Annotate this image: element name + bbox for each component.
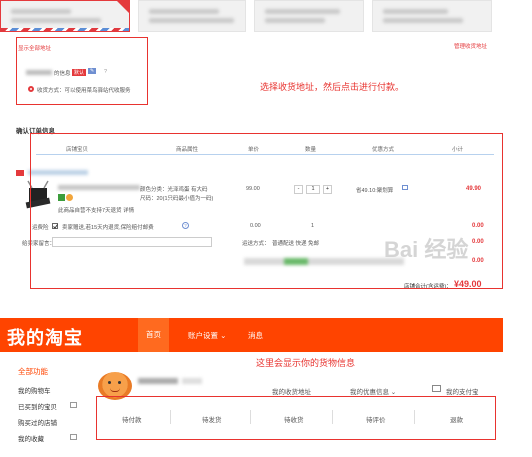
sidebar-item-bought[interactable]: 已买到的宝贝: [18, 401, 57, 411]
select-address-note: 选择收货地址，然后点击进行付款。: [260, 82, 405, 92]
sidebar-item-cart[interactable]: 我的购物车: [18, 385, 51, 395]
alipay-icon: [432, 385, 441, 392]
nav-home[interactable]: 首页: [138, 318, 169, 352]
status-highlight-box: [96, 396, 496, 440]
address-highlight-box: [16, 37, 148, 105]
order-info-note: 这里会显示你的货物信息: [256, 358, 356, 368]
sidebar-item-favorites[interactable]: 我的收藏: [18, 433, 44, 443]
address-stripe: [1, 28, 129, 31]
user-level: [182, 378, 202, 384]
address-card[interactable]: [138, 0, 246, 32]
sidebar-title: 全部功能: [18, 367, 48, 376]
expand-icon[interactable]: [70, 402, 77, 408]
link-my-alipay[interactable]: 我的支付宝: [446, 386, 479, 396]
nav-account-settings[interactable]: 账户设置 ⌄: [188, 330, 226, 341]
taobao-header: 我的淘宝 首页 账户设置 ⌄ 消息: [0, 318, 503, 352]
address-card[interactable]: [372, 0, 492, 32]
address-card-selected[interactable]: [0, 0, 130, 32]
address-card[interactable]: [254, 0, 364, 32]
nav-messages[interactable]: 消息: [248, 330, 263, 341]
username: [138, 378, 178, 384]
manage-address-link[interactable]: 管理收货地址: [454, 42, 487, 50]
expand-icon[interactable]: [70, 434, 77, 440]
taobao-logo[interactable]: 我的淘宝: [7, 324, 83, 350]
order-highlight-box: [30, 133, 503, 289]
shop-icon: [16, 170, 24, 176]
link-my-address[interactable]: 我的收货地址: [272, 386, 311, 396]
link-my-discounts[interactable]: 我的优惠信息 ⌄: [350, 386, 396, 396]
selected-corner-icon: [117, 1, 129, 13]
sidebar-item-shops[interactable]: 购买过的店铺: [18, 417, 57, 427]
